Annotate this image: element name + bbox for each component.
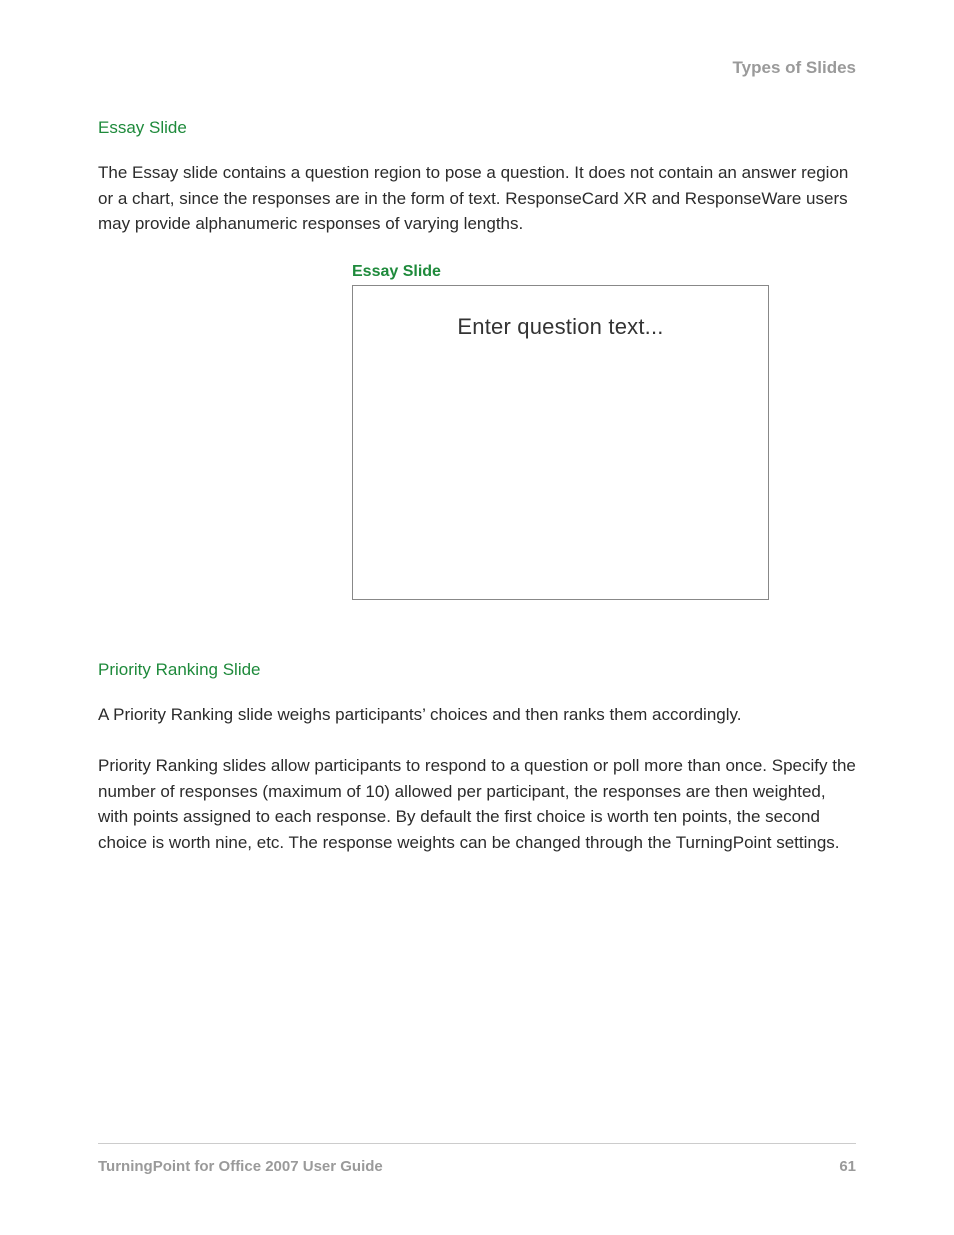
essay-slide-description: The Essay slide contains a question regi… [98, 160, 856, 237]
page-footer: TurningPoint for Office 2007 User Guide … [98, 1143, 856, 1175]
footer-page-number: 61 [839, 1158, 856, 1175]
figure-caption: Essay Slide [352, 263, 856, 281]
essay-slide-figure: Essay Slide Enter question text... [98, 263, 856, 600]
priority-ranking-paragraph-1: A Priority Ranking slide weighs particip… [98, 702, 856, 728]
footer-doc-title: TurningPoint for Office 2007 User Guide [98, 1158, 383, 1175]
page-section-title: Types of Slides [98, 58, 856, 78]
essay-slide-heading: Essay Slide [98, 118, 856, 138]
slide-preview-box: Enter question text... [352, 285, 769, 600]
priority-ranking-paragraph-2: Priority Ranking slides allow participan… [98, 753, 856, 855]
priority-ranking-heading: Priority Ranking Slide [98, 660, 856, 680]
slide-question-placeholder: Enter question text... [353, 314, 768, 340]
document-page: Types of Slides Essay Slide The Essay sl… [0, 0, 954, 855]
